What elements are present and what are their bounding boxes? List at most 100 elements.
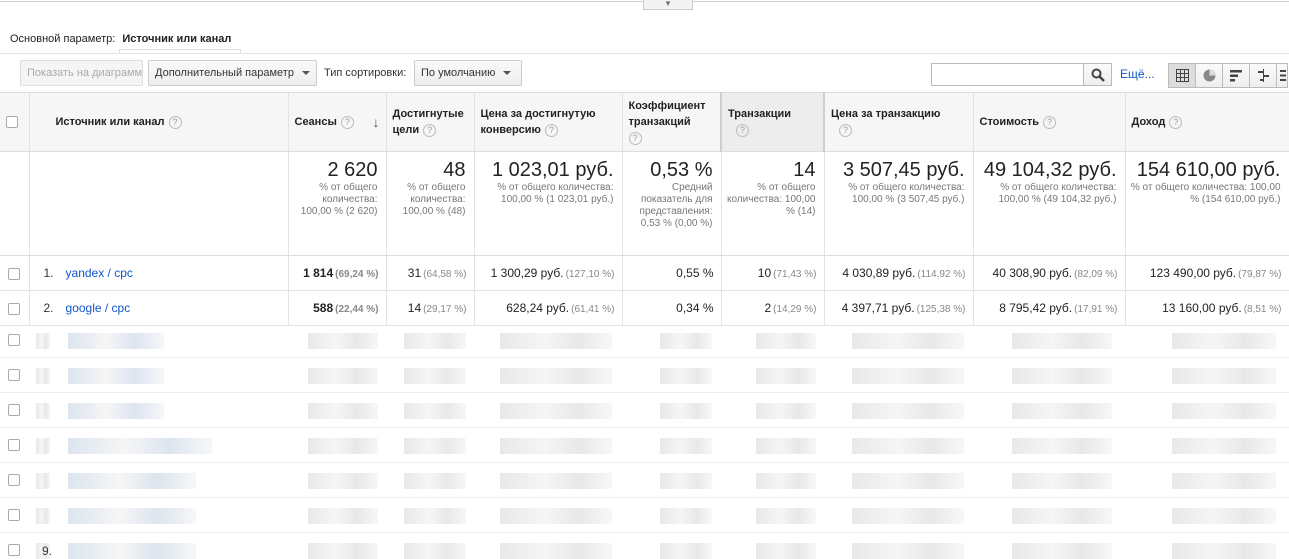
trans-rate-cell: 0,55 % (622, 255, 722, 291)
search-button[interactable] (1083, 63, 1112, 86)
col-header-revenue[interactable]: Доход? (1125, 92, 1289, 152)
row-checkbox[interactable] (8, 439, 20, 451)
blurred-block (500, 368, 612, 384)
cell-pct: (29,17 %) (423, 304, 467, 315)
pie-chart-icon (1203, 69, 1216, 82)
cell-value: 628,24 руб. (506, 301, 570, 315)
collapse-chart-tab[interactable]: ▼ (643, 0, 693, 10)
blurred-block (660, 473, 712, 489)
row-checkbox[interactable] (8, 509, 20, 521)
totals-empty-cell (29, 151, 289, 256)
blurred-block (36, 403, 50, 419)
cell-pct: (69,24 %) (335, 269, 379, 280)
help-icon[interactable]: ? (340, 115, 354, 129)
col-header-cost-per-trans[interactable]: Цена за транзакцию? (824, 92, 974, 152)
blurred-row (0, 428, 1289, 463)
show-on-chart-button[interactable]: Показать на диаграмме (20, 60, 143, 86)
col-header-cost[interactable]: Стоимость? (973, 92, 1126, 152)
col-header-source[interactable]: Источник или канал? (29, 92, 289, 152)
cell-value: 123 490,00 руб. (1149, 266, 1237, 280)
blurred-block (36, 333, 50, 349)
help-icon[interactable]: ? (736, 123, 749, 137)
sessions-cell: 1 814 (69,24 %) (288, 255, 387, 291)
help-icon[interactable]: ? (423, 123, 437, 137)
row-checkbox[interactable] (8, 404, 20, 416)
blurred-block (308, 438, 378, 454)
blurred-block (308, 543, 378, 559)
cell-pct: (79,87 %) (1238, 269, 1282, 280)
blurred-block (500, 403, 612, 419)
table-search-input[interactable] (931, 63, 1084, 86)
col-header-trans-rate[interactable]: Коэффициент транзакций? (622, 92, 722, 152)
primary-dimension-value[interactable]: Источник или канал (122, 33, 231, 45)
total-trans-rate: 0,53 % Средний показатель для представлен… (622, 151, 722, 256)
blurred-block (308, 508, 378, 524)
help-icon[interactable]: ? (839, 123, 852, 137)
help-icon[interactable]: ? (1043, 115, 1057, 129)
comparison-view-button[interactable] (1249, 63, 1277, 88)
col-header-cost-per-trans-label: Цена за транзакцию (831, 108, 941, 120)
blurred-block (404, 543, 466, 559)
sort-type-label: Тип сортировки: (324, 67, 407, 79)
revenue-cell: 123 490,00 руб. (79,87 %) (1125, 255, 1289, 291)
row-checkbox[interactable] (8, 369, 20, 381)
cell-pct: (71,43 %) (773, 269, 817, 280)
help-icon[interactable]: ? (628, 131, 642, 145)
pie-view-button[interactable] (1195, 63, 1223, 88)
search-icon (1091, 68, 1105, 82)
table-view-button[interactable] (1168, 63, 1196, 88)
blurred-block (404, 438, 466, 454)
total-cost-per-trans: 3 507,45 руб.% от общего количества: 100… (824, 151, 974, 256)
source-cell: 1. yandex / cpc (29, 255, 289, 291)
col-header-source-label: Источник или канал (55, 116, 165, 128)
goals-cell: 31 (64,58 %) (386, 255, 475, 291)
blurred-block (852, 473, 964, 489)
help-icon[interactable]: ? (544, 123, 558, 137)
total-note: % от общего количества: 100,00 % (49 104… (998, 182, 1117, 205)
header-row: Источник или канал? ↓ Сеансы? Достигнутые… (0, 92, 1289, 152)
blurred-block (308, 333, 378, 349)
blurred-block (660, 438, 712, 454)
cell-value: 1 814 (303, 266, 334, 280)
pivot-view-button[interactable] (1276, 63, 1288, 88)
blurred-block (68, 473, 196, 489)
row-number: 9. (42, 544, 53, 558)
row-checkbox[interactable] (8, 267, 21, 280)
row-checkbox[interactable] (8, 302, 21, 315)
source-link[interactable]: google / cpc (66, 301, 131, 315)
blurred-block (36, 508, 50, 524)
blurred-block (756, 368, 816, 384)
row-checkbox[interactable] (8, 474, 20, 486)
row-checkbox[interactable] (8, 334, 20, 346)
row-checkbox[interactable] (8, 544, 20, 556)
total-note: % от общего количества: 100,00 % (2 620) (300, 182, 378, 217)
total-goals: 48% от общего количества: 100,00 % (48) (386, 151, 475, 256)
col-header-sessions[interactable]: ↓ Сеансы? (288, 92, 387, 152)
performance-view-button[interactable] (1222, 63, 1250, 88)
col-header-transactions[interactable]: Транзакции? (720, 92, 825, 152)
view-switcher (1168, 63, 1288, 88)
table-row: 2. google / cpc 588 (22,44 %) 14 (29,17 %) … (0, 290, 1289, 326)
blurred-block (1012, 473, 1112, 489)
help-icon[interactable]: ? (1169, 115, 1183, 129)
blurred-block (308, 403, 378, 419)
col-header-cost-per-goal[interactable]: Цена за достигнутую конверсию? (474, 92, 623, 152)
row-number: 1. (43, 266, 54, 280)
blurred-block (500, 508, 612, 524)
goals-cell: 14 (29,17 %) (386, 290, 475, 326)
help-icon[interactable]: ? (168, 115, 182, 129)
select-all-checkbox[interactable] (6, 116, 18, 129)
cell-value: 588 (313, 301, 334, 315)
cell-pct: (114,92 %) (917, 269, 966, 280)
secondary-dimension-dropdown[interactable]: Дополнительный параметр (148, 60, 317, 86)
cost-per-goal-cell: 628,24 руб. (61,41 %) (474, 290, 623, 326)
source-link[interactable]: yandex / cpc (66, 266, 133, 280)
blurred-block (1012, 333, 1112, 349)
total-cost-per-goal: 1 023,01 руб.% от общего количества: 100… (474, 151, 623, 256)
cost-per-trans-cell: 4 030,89 руб. (114,92 %) (824, 255, 974, 291)
total-revenue: 154 610,00 руб.% от общего количества: 1… (1125, 151, 1289, 256)
sort-type-dropdown[interactable]: По умолчанию (414, 60, 522, 86)
more-link[interactable]: Ещё... (1120, 67, 1155, 81)
col-header-goals[interactable]: Достигнутые цели? (386, 92, 475, 152)
primary-dimension-label: Основной параметр: (10, 33, 116, 45)
